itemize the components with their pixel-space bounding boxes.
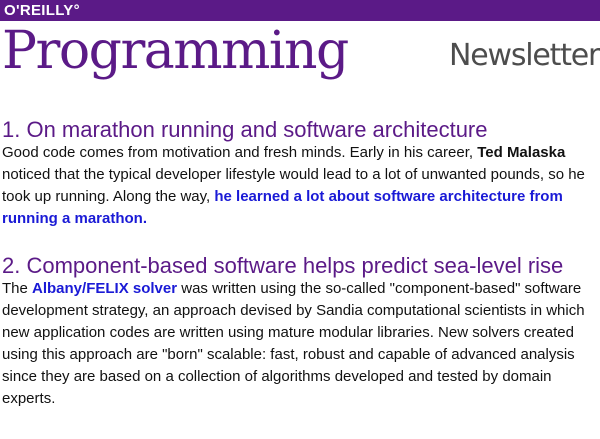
article-1: 1. On marathon running and software arch… (2, 117, 596, 230)
article-2-link[interactable]: Albany/FELIX solver (32, 280, 177, 297)
oreilly-logo[interactable]: O'REILLY° (4, 2, 80, 19)
article-2-headline: 2. Component-based software helps predic… (2, 253, 564, 278)
article-1-body: Good code comes from motivation and fres… (2, 142, 596, 230)
brand-bar: O'REILLY° (0, 0, 600, 21)
article-1-headline: 1. On marathon running and software arch… (2, 117, 488, 142)
article-2-body: The Albany/FELIX solver was written usin… (2, 278, 596, 410)
article-1-author-name: Ted Malaska (477, 144, 566, 161)
masthead: Programming Newsletter (0, 21, 600, 93)
article-2-text-2: was written using the so-called "compone… (2, 280, 585, 407)
newsletter-subtitle: Newsletter (449, 38, 600, 73)
article-2-text-1: The (2, 280, 33, 297)
newsletter-title: Programming (2, 21, 349, 81)
article-2: 2. Component-based software helps predic… (2, 253, 596, 410)
article-1-text-1: Good code comes from motivation and fres… (2, 144, 478, 161)
